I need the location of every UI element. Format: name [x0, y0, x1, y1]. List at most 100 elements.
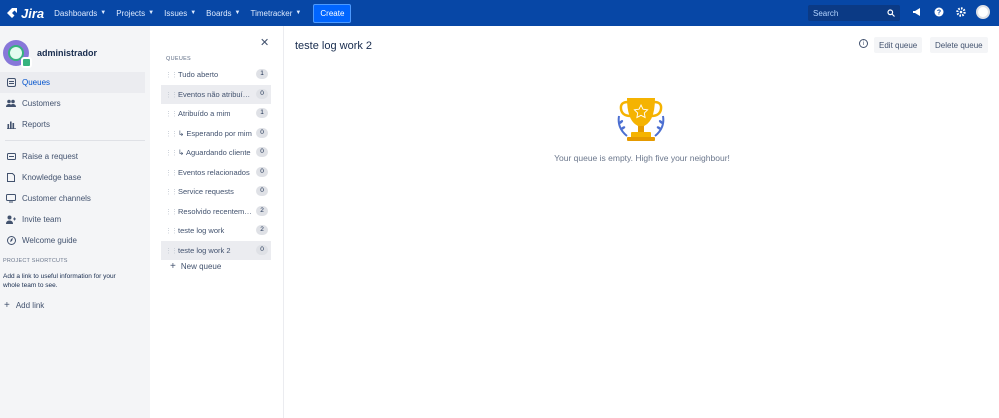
- top-navigation-bar: Jira Dashboards ▼ Projects ▼ Issues ▼ Board…: [0, 0, 999, 26]
- edit-queue-button[interactable]: Edit queue: [874, 37, 923, 53]
- project-name: administrador: [37, 48, 98, 58]
- sidebar-item-label: Knowledge base: [22, 173, 82, 182]
- queue-item[interactable]: ⋮⋮ ↳ Esperando por mim 0: [161, 124, 271, 144]
- chevron-down-icon: ▼: [148, 10, 155, 16]
- empty-queue-message: Your queue is empty. High five your neig…: [554, 153, 730, 163]
- drag-handle-icon[interactable]: ⋮⋮: [165, 188, 178, 196]
- sidebar-item-label: Customer channels: [22, 194, 91, 203]
- sidebar-item-label: Invite team: [22, 215, 62, 224]
- help-icon[interactable]: ?: [932, 5, 946, 19]
- top-right-icons: ?: [910, 5, 990, 19]
- chevron-down-icon: ▼: [190, 10, 197, 16]
- drag-handle-icon[interactable]: ⋮⋮: [165, 91, 178, 99]
- sidebar-item-label: Reports: [22, 120, 51, 129]
- queue-name: Eventos não atribuídos: [178, 89, 254, 99]
- queue-name: teste log work: [178, 226, 225, 236]
- drag-handle-icon[interactable]: ⋮⋮: [165, 227, 178, 235]
- sidebar-secondary-nav: Raise a request Knowledge base Customer …: [0, 146, 150, 251]
- queue-count-badge: 1: [256, 69, 268, 79]
- queue-item[interactable]: ⋮⋮ Resolvido recentemente 2: [161, 202, 271, 222]
- project-avatar: [3, 40, 32, 68]
- drag-handle-icon[interactable]: ⋮⋮: [165, 110, 178, 118]
- chevron-down-icon: ▼: [295, 10, 302, 16]
- queue-count-badge: 2: [256, 205, 268, 216]
- queue-item[interactable]: ⋮⋮ Eventos relacionados 0: [161, 163, 271, 183]
- queue-name: Service requests: [178, 187, 234, 197]
- sidebar-item-customer-channels[interactable]: Customer channels: [0, 188, 150, 209]
- project-sidebar: administrador Queues Customers Reports R…: [0, 26, 150, 418]
- queue-list: ⋮⋮ Tudo aberto 1 ⋮⋮ Eventos não atribuídos 0…: [161, 65, 271, 260]
- drag-handle-icon[interactable]: ⋮⋮: [165, 71, 178, 79]
- new-queue-button[interactable]: + New queue: [170, 261, 221, 272]
- sidebar-item-reports[interactable]: Reports: [0, 114, 150, 135]
- nav-boards[interactable]: Boards ▼: [206, 9, 240, 18]
- nav-issues[interactable]: Issues ▼: [164, 9, 196, 18]
- reports-icon: [6, 120, 16, 130]
- customer-channels-icon: [6, 194, 16, 204]
- megaphone-icon[interactable]: [910, 5, 924, 19]
- sidebar-item-queues[interactable]: Queues: [0, 72, 145, 93]
- add-link-button[interactable]: + Add link: [0, 300, 150, 311]
- sidebar-item-invite-team[interactable]: Invite team: [0, 209, 150, 230]
- project-header[interactable]: administrador: [0, 26, 150, 70]
- sidebar-item-welcome-guide[interactable]: Welcome guide: [0, 230, 150, 251]
- queues-panel: ✕ QUEUES ⋮⋮ Tudo aberto 1 ⋮⋮ Eventos não at…: [150, 26, 284, 418]
- queue-count-badge: 2: [256, 225, 268, 235]
- svg-text:?: ?: [937, 10, 941, 17]
- queue-name: ↳ Esperando por mim: [178, 128, 252, 138]
- drag-handle-icon[interactable]: ⋮⋮: [165, 169, 178, 177]
- info-icon[interactable]: i: [859, 39, 868, 48]
- delete-queue-button[interactable]: Delete queue: [930, 37, 988, 53]
- nav-timetracker[interactable]: Timetracker ▼: [250, 9, 301, 18]
- sidebar-item-raise-request[interactable]: Raise a request: [0, 146, 150, 167]
- queue-name: Eventos relacionados: [178, 167, 250, 177]
- chevron-down-icon: ▼: [234, 10, 241, 16]
- queues-icon: [6, 78, 16, 88]
- plus-icon: +: [170, 261, 176, 272]
- project-shortcuts-description: Add a link to useful information for you…: [3, 273, 116, 289]
- queue-name: ↳ Aguardando cliente: [178, 148, 251, 158]
- jira-logo-text: Jira: [21, 5, 45, 21]
- nav-dashboards-label: Dashboards: [54, 8, 98, 18]
- queue-count-badge: 0: [256, 166, 268, 177]
- create-button[interactable]: Create: [313, 3, 352, 23]
- drag-handle-icon[interactable]: ⋮⋮: [165, 130, 178, 138]
- queue-item[interactable]: ⋮⋮ Service requests 0: [161, 182, 271, 202]
- drag-handle-icon[interactable]: ⋮⋮: [165, 247, 178, 255]
- queue-count-badge: 0: [256, 127, 268, 138]
- sidebar-item-knowledge-base[interactable]: Knowledge base: [0, 167, 150, 188]
- queue-item[interactable]: ⋮⋮ teste log work 2: [161, 221, 271, 241]
- queue-item-selected[interactable]: ⋮⋮ teste log work 2 0: [161, 240, 271, 260]
- nav-boards-label: Boards: [206, 8, 232, 18]
- drag-handle-icon[interactable]: ⋮⋮: [165, 149, 178, 157]
- nav-issues-label: Issues: [164, 8, 188, 18]
- queue-item[interactable]: ⋮⋮ Atribuído a mim 1: [161, 104, 271, 124]
- queue-name: teste log work 2: [178, 245, 231, 255]
- raise-request-icon: [6, 152, 16, 162]
- nav-timetracker-label: Timetracker: [250, 8, 293, 18]
- queue-item[interactable]: ⋮⋮ ↳ Aguardando cliente 0: [161, 143, 271, 163]
- settings-gear-icon[interactable]: [954, 5, 968, 19]
- queue-content: teste log work 2 i Edit queue Delete que…: [285, 26, 999, 418]
- sidebar-item-label: Customers: [22, 99, 61, 108]
- queue-name: Atribuído a mim: [178, 109, 231, 119]
- drag-handle-icon[interactable]: ⋮⋮: [165, 208, 178, 216]
- search-placeholder: Search: [813, 8, 839, 18]
- page-title: teste log work 2: [295, 40, 373, 52]
- jira-logo[interactable]: Jira: [6, 6, 44, 21]
- search-input[interactable]: Search: [808, 5, 900, 21]
- nav-projects[interactable]: Projects ▼: [116, 9, 154, 18]
- service-desk-badge-icon: [21, 57, 32, 68]
- close-icon[interactable]: ✕: [260, 36, 269, 49]
- plus-icon: +: [4, 300, 10, 311]
- customers-icon: [6, 99, 16, 109]
- queue-item[interactable]: ⋮⋮ Tudo aberto 1: [161, 65, 271, 85]
- queue-item[interactable]: ⋮⋮ Eventos não atribuídos 0: [161, 84, 271, 104]
- project-shortcuts-title: PROJECT SHORTCUTS: [3, 258, 68, 264]
- queue-count-badge: 0: [256, 88, 268, 99]
- user-avatar[interactable]: [976, 5, 990, 19]
- sidebar-item-label: Welcome guide: [22, 236, 77, 245]
- nav-dashboards[interactable]: Dashboards ▼: [54, 9, 106, 18]
- sidebar-primary-nav: Queues Customers Reports: [0, 72, 150, 135]
- sidebar-item-customers[interactable]: Customers: [0, 93, 150, 114]
